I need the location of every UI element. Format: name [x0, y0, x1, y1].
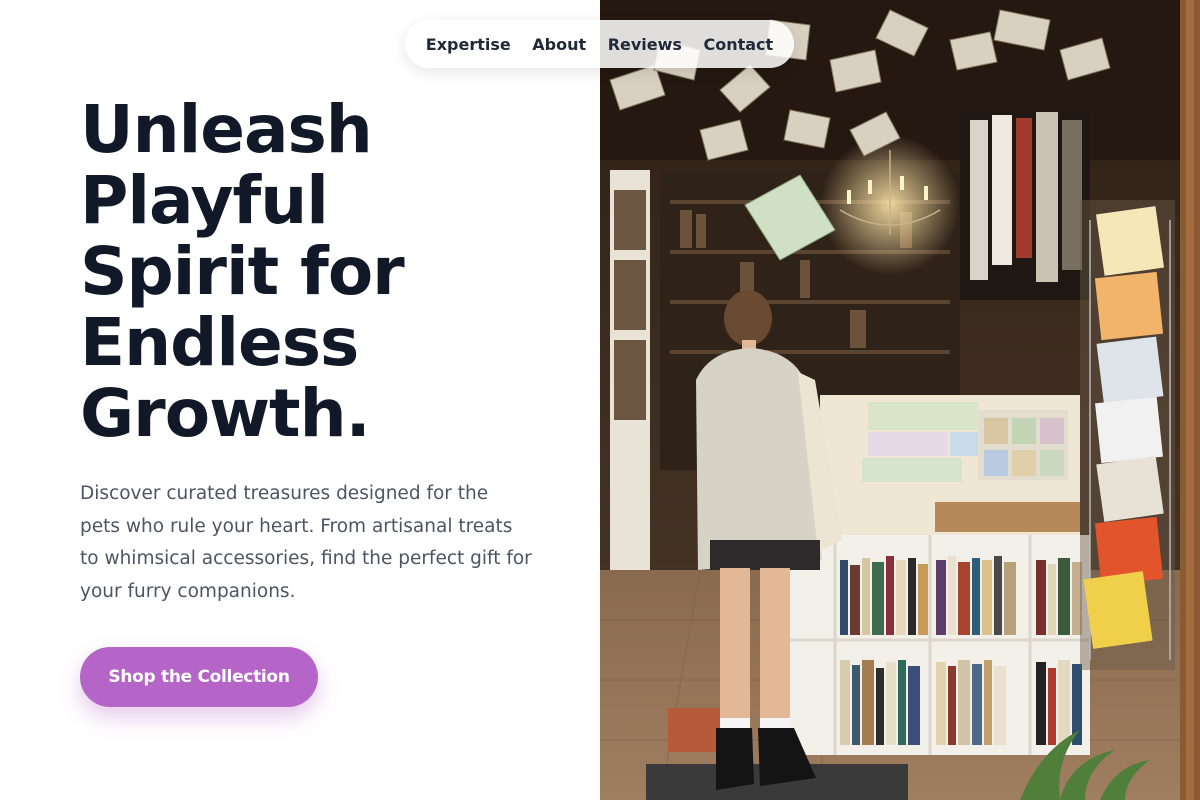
hero-title-line: Endless: [80, 304, 359, 381]
hero-title-line: Spirit for: [80, 233, 405, 310]
main-navigation: Expertise About Reviews Contact: [405, 20, 794, 68]
landing-page: Unleash Playful Spirit for Endless Growt…: [0, 0, 1200, 800]
hero-title-line: Playful: [80, 162, 329, 239]
nav-link-about[interactable]: About: [532, 35, 586, 54]
shop-collection-button[interactable]: Shop the Collection: [80, 647, 318, 707]
hero-title-line: Unleash: [80, 91, 373, 168]
hero-title-line: Growth.: [80, 375, 371, 452]
nav-link-expertise[interactable]: Expertise: [426, 35, 511, 54]
nav-link-reviews[interactable]: Reviews: [608, 35, 682, 54]
hero-description: Discover curated treasures designed for …: [80, 483, 532, 603]
nav-link-contact[interactable]: Contact: [703, 35, 773, 54]
hero-title: Unleash Playful Spirit for Endless Growt…: [80, 94, 580, 449]
hero-section: Unleash Playful Spirit for Endless Growt…: [0, 0, 600, 800]
bookshop-photo: [600, 0, 1200, 800]
